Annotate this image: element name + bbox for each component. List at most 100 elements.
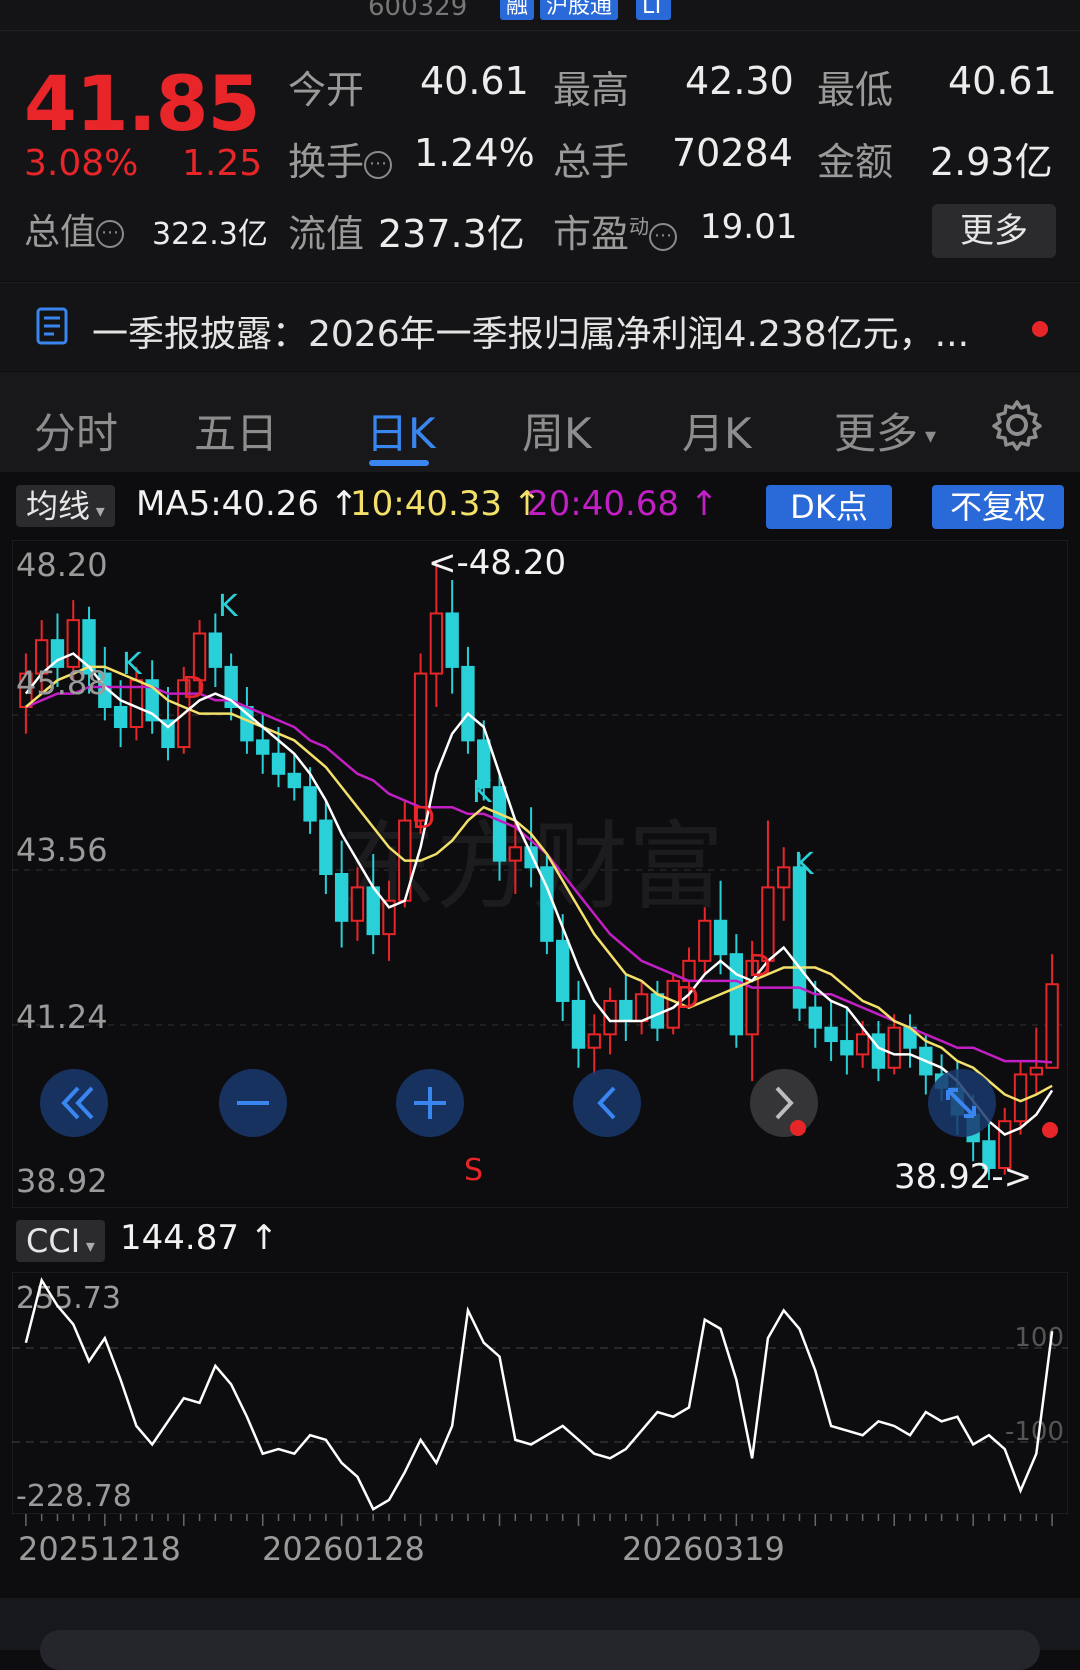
date-label: 20251218 [18, 1530, 181, 1568]
ma10-text: 10:40.33 [350, 484, 503, 524]
mcap-label: 总值 ⋯ [24, 203, 125, 255]
cci-ref-label: 100 [1014, 1323, 1064, 1353]
tab-monthly-k[interactable]: 月K [682, 400, 752, 461]
red-dot [1042, 1122, 1058, 1138]
ma5-value: MA5:40.26 ↑ [136, 484, 358, 524]
stock-code-bar: 600329 融 沪股通 LT [0, 0, 1080, 31]
document-icon [36, 307, 68, 345]
bottom-input-pill[interactable] [40, 1630, 1040, 1670]
open-label: 今开 [288, 68, 365, 112]
low-label: 最低 [817, 68, 894, 112]
period-tabs: 分时 五日 日K 周K 月K 更多 ▾ [0, 372, 1080, 472]
d-signal: D [182, 671, 205, 706]
low-value: 40.61 [948, 59, 1057, 103]
price-tick: 48.20 [16, 546, 108, 584]
candle [540, 853, 554, 955]
d-signal: D [676, 981, 699, 1016]
cci-indicator-bar: CCI ▾ 144.87 ↑ [0, 1210, 1080, 1270]
arrow-up-icon: ↑ [689, 484, 719, 524]
caret-down-icon: ▾ [90, 501, 105, 522]
s-signal: S [464, 1153, 483, 1188]
tab-more[interactable]: 更多 ▾ [834, 400, 936, 461]
date-label: 20260128 [262, 1530, 425, 1568]
high-value: 42.30 [685, 59, 794, 103]
info-icon[interactable]: ⋯ [96, 220, 125, 248]
cci-value: 144.87 ↑ [120, 1218, 278, 1258]
tab-weekly-k[interactable]: 周K [522, 400, 592, 461]
connect-tag: 沪股通 [540, 0, 619, 20]
change-percent: 3.08% [24, 143, 139, 184]
pe-label: 市盈动 ⋯ [553, 203, 678, 258]
ma10-value: 10:40.33 ↑ [350, 484, 541, 524]
cci-axis-bottom: -228.78 [16, 1479, 132, 1514]
pe-dynamic-sup: 动 [629, 214, 650, 239]
date-ticks [25, 1514, 1053, 1526]
pe-value: 19.01 [700, 207, 798, 247]
change-amount: 1.25 [182, 143, 263, 184]
tab-more-label: 更多 [834, 409, 919, 458]
candlestick-chart[interactable]: 东方财富 48.20 45.88 43.56 41.24 38.92 <-48.… [12, 540, 1068, 1208]
turnover-value: 1.24% [414, 131, 535, 175]
float-value: 237.3亿 [378, 212, 525, 256]
margin-tag: 融 [500, 0, 535, 20]
date-label: 20260319 [622, 1530, 785, 1568]
stock-code: 600329 [368, 0, 468, 22]
scroll-right-button[interactable] [750, 1069, 818, 1137]
ma5-text: MA5:40.26 [136, 484, 320, 524]
turnover-label: 换手 ⋯ [288, 131, 393, 186]
cci-value-text: 144.87 [120, 1218, 239, 1258]
mcap-label-text: 总值 [24, 212, 97, 253]
caret-down-icon: ▾ [918, 424, 937, 449]
zoom-out-button[interactable] [219, 1069, 287, 1137]
d-signal: D [748, 949, 771, 984]
cci-chart[interactable]: 255.73 -228.78 100 -100 [12, 1272, 1068, 1514]
dk-point-button[interactable]: DK点 [766, 485, 892, 529]
pe-label-text: 市盈 [553, 212, 630, 256]
d-signal: D [412, 801, 435, 836]
lt-tag: LT [636, 0, 671, 20]
k-signal: K [218, 589, 239, 624]
caret-down-icon: ▾ [80, 1236, 95, 1257]
zoom-in-button[interactable] [396, 1069, 464, 1137]
no-adjust-button[interactable]: 不复权 [932, 485, 1064, 529]
open-value: 40.61 [420, 59, 529, 103]
amount-value: 2.93亿 [930, 140, 1053, 184]
unread-dot [1032, 321, 1048, 337]
info-icon[interactable]: ⋯ [649, 222, 678, 251]
double-left-button[interactable] [40, 1069, 108, 1137]
ma20-text: 20:40.68 [527, 484, 680, 524]
arrow-up-icon: ↑ [249, 1218, 279, 1258]
cci-selector[interactable]: CCI ▾ [16, 1220, 105, 1262]
quote-panel: 41.85 3.08% 1.25 今开 40.61 最高 42.30 最低 40… [0, 31, 1080, 281]
price-tick: 41.24 [16, 998, 108, 1036]
price-tick: 45.88 [16, 664, 108, 702]
red-dot [790, 1120, 806, 1136]
amount-label: 金额 [817, 140, 894, 184]
cci-axis-top: 255.73 [16, 1281, 121, 1316]
fullscreen-button[interactable] [928, 1069, 996, 1137]
k-signal: K [472, 775, 493, 810]
info-icon[interactable]: ⋯ [364, 150, 393, 179]
settings-gear-icon[interactable] [990, 398, 1044, 452]
ma20-value: 20:40.68 ↑ [527, 484, 718, 524]
tab-intraday[interactable]: 分时 [34, 400, 118, 461]
price-tick: 43.56 [16, 831, 108, 869]
last-price: 41.85 [24, 59, 260, 148]
more-button[interactable]: 更多 [932, 204, 1056, 258]
active-tab-indicator [369, 460, 429, 466]
tab-five-day[interactable]: 五日 [194, 400, 278, 461]
k-signal: K [122, 647, 143, 682]
k-signal: K [794, 847, 815, 882]
tab-daily-k[interactable]: 日K [366, 400, 436, 461]
ma-selector[interactable]: 均线 ▾ [16, 485, 115, 527]
ma-indicator-bar: 均线 ▾ MA5:40.26 ↑ 10:40.33 ↑ 20:40.68 ↑ D… [0, 476, 1080, 536]
announcement-bar[interactable]: 一季报披露：2026年一季报归属净利润4.238亿元，... [0, 282, 1080, 371]
cci-selector-label: CCI [26, 1222, 81, 1260]
cci-ref-label: -100 [1005, 1417, 1064, 1447]
low-price-marker: 38.92-> [894, 1157, 1032, 1197]
high-price-marker: <-48.20 [428, 543, 566, 583]
mcap-value: 322.3亿 [152, 217, 268, 252]
scroll-left-button[interactable] [573, 1069, 641, 1137]
high-label: 最高 [553, 68, 630, 112]
ma-selector-label: 均线 [26, 487, 91, 525]
